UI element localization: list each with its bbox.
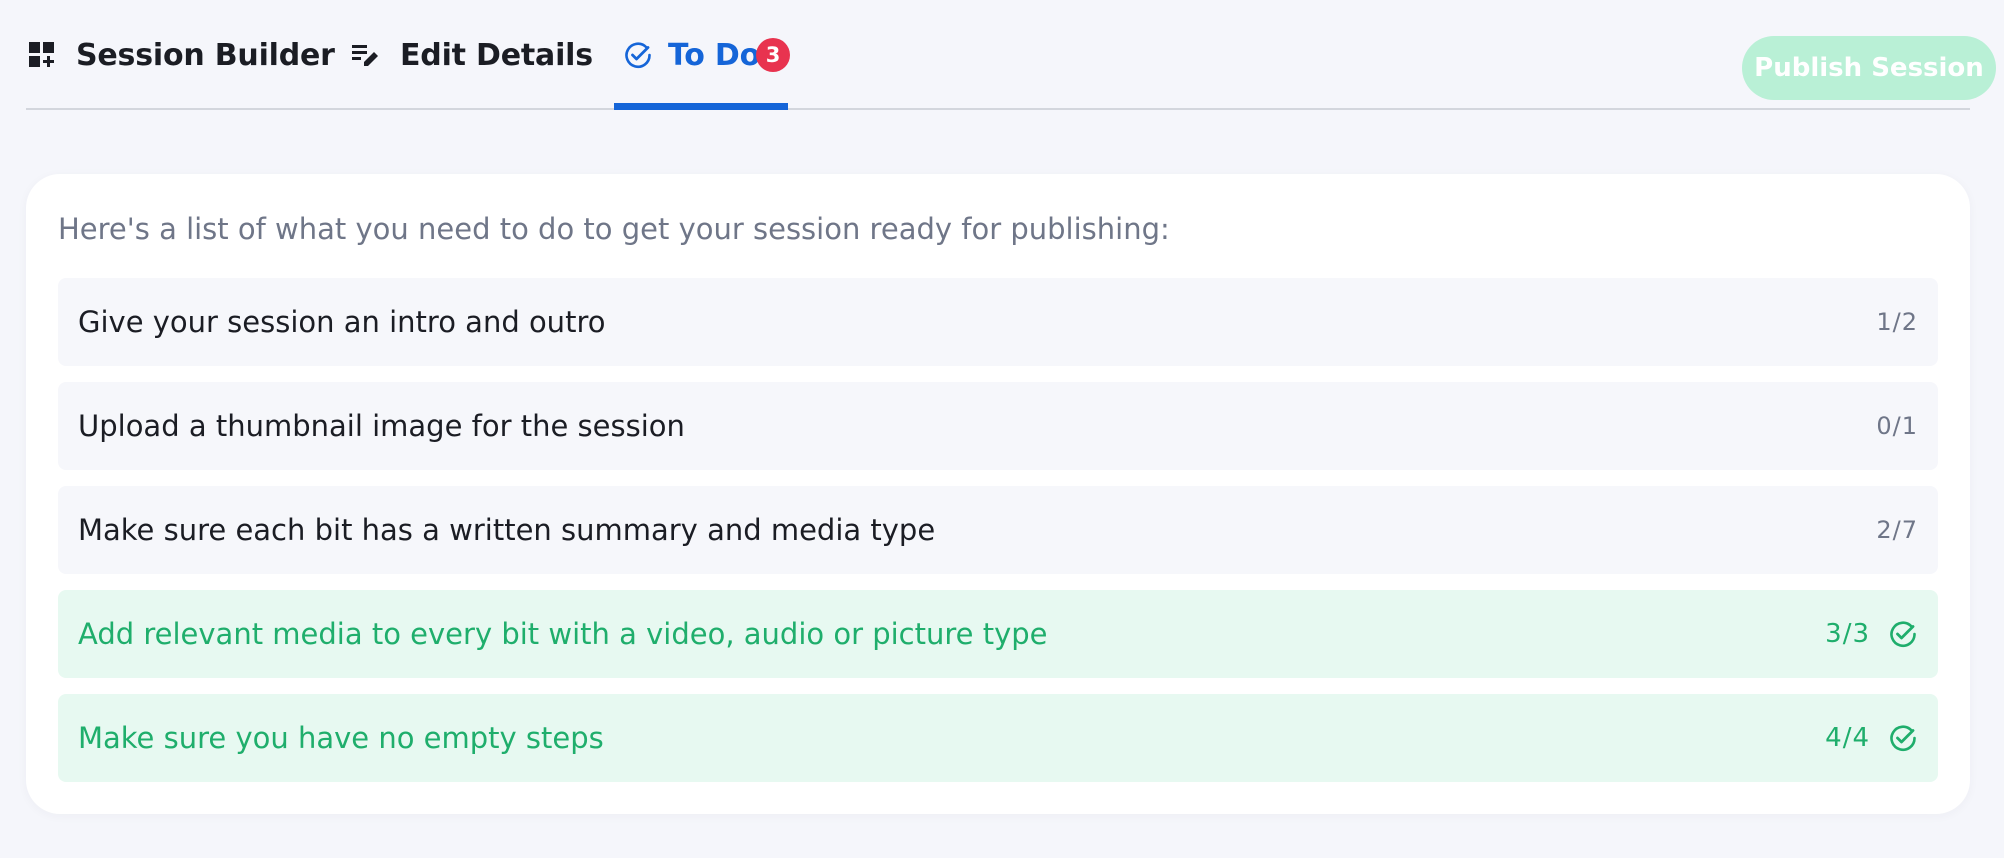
tab-session-builder-label: Session Builder: [76, 37, 335, 73]
todo-item-progress: 0/1: [1876, 412, 1918, 440]
active-tab-indicator: [614, 103, 788, 110]
tab-edit-details-label: Edit Details: [400, 37, 593, 73]
tab-bar: Session Builder Edit Details To Do 3 Pub…: [26, 0, 1996, 110]
todo-item-label: Make sure you have no empty steps: [78, 721, 604, 755]
check-circle-icon: [1888, 723, 1918, 753]
check-circle-icon: [1888, 619, 1918, 649]
tab-to-do-label: To Do: [668, 37, 761, 73]
todo-item-label: Upload a thumbnail image for the session: [78, 409, 685, 443]
todo-item-summary-media-type[interactable]: Make sure each bit has a written summary…: [58, 486, 1938, 574]
todo-item-progress: 2/7: [1876, 516, 1918, 544]
session-editor-page: Session Builder Edit Details To Do 3 Pub…: [0, 0, 2004, 858]
todo-item-intro-outro[interactable]: Give your session an intro and outro 1/2: [58, 278, 1938, 366]
todo-item-thumbnail[interactable]: Upload a thumbnail image for the session…: [58, 382, 1938, 470]
dashboard-add-icon: [28, 41, 56, 69]
tab-edit-details[interactable]: Edit Details: [352, 0, 593, 110]
todo-item-progress: 4/4: [1825, 723, 1870, 753]
todo-item-progress: 3/3: [1825, 619, 1870, 649]
todo-item-progress: 1/2: [1876, 308, 1918, 336]
todo-item-no-empty-steps[interactable]: Make sure you have no empty steps 4/4: [58, 694, 1938, 782]
todo-intro-text: Here's a list of what you need to do to …: [58, 212, 1170, 246]
todo-item-label: Add relevant media to every bit with a v…: [78, 617, 1048, 651]
todo-card: Here's a list of what you need to do to …: [26, 174, 1970, 814]
todo-count-badge: 3: [756, 38, 790, 72]
edit-list-icon: [352, 41, 380, 69]
todo-item-label: Make sure each bit has a written summary…: [78, 513, 936, 547]
todo-item-label: Give your session an intro and outro: [78, 305, 606, 339]
publish-session-button[interactable]: Publish Session: [1742, 36, 1996, 100]
tab-session-builder[interactable]: Session Builder: [28, 0, 335, 110]
todo-item-relevant-media[interactable]: Add relevant media to every bit with a v…: [58, 590, 1938, 678]
check-circle-icon: [624, 41, 652, 69]
